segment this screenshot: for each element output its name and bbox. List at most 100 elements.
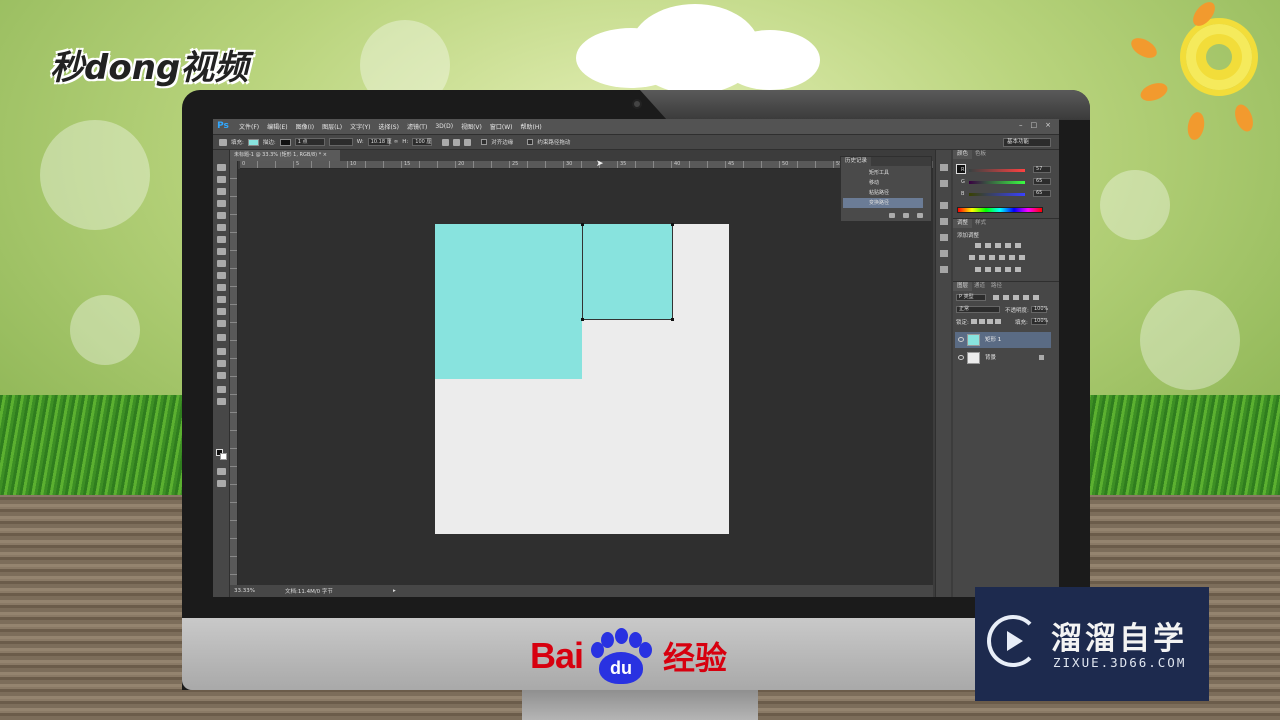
healing-tool-icon[interactable] — [217, 236, 226, 243]
menu-3d[interactable]: 3D(D) — [431, 123, 457, 130]
marquee-tool-icon[interactable] — [217, 176, 226, 183]
canvas-workspace[interactable]: ➤ — [238, 159, 933, 585]
path-anchor-point[interactable] — [671, 318, 674, 321]
path-anchor-point[interactable] — [581, 223, 584, 226]
path-alignment-icon[interactable] — [453, 138, 461, 146]
pen-tool-icon[interactable] — [217, 334, 226, 341]
layer-row[interactable]: 背景 — [955, 350, 1051, 366]
filter-smart-object-icon[interactable] — [1033, 295, 1039, 300]
stroke-type-select[interactable] — [328, 138, 353, 146]
layer-row[interactable]: 矩形 1 — [955, 332, 1051, 348]
screen-mode-icon[interactable] — [217, 480, 226, 487]
paths-panel-tab[interactable]: 路径 — [987, 282, 1006, 291]
trash-icon[interactable] — [917, 213, 923, 218]
exposure-icon[interactable] — [1005, 243, 1011, 248]
menu-edit[interactable]: 编辑(E) — [263, 122, 291, 131]
quick-select-tool-icon[interactable] — [217, 200, 226, 207]
quick-mask-icon[interactable] — [217, 468, 226, 475]
hand-tool-icon[interactable] — [217, 386, 226, 393]
levels-icon[interactable] — [985, 243, 991, 248]
stroke-color-swatch[interactable] — [279, 138, 291, 146]
channel-mixer-icon[interactable] — [1009, 255, 1015, 260]
menu-file[interactable]: 文件(F) — [235, 122, 263, 131]
path-anchor-point[interactable] — [581, 318, 584, 321]
history-panel-icon[interactable] — [940, 164, 948, 171]
blend-mode-select[interactable]: 正常 — [956, 306, 1000, 313]
menu-filter[interactable]: 滤镜(T) — [403, 122, 431, 131]
brightness-icon[interactable] — [975, 243, 981, 248]
zoom-tool-icon[interactable] — [217, 398, 226, 405]
history-item[interactable]: 粘贴路径 — [843, 188, 923, 198]
character-panel-icon[interactable] — [940, 250, 948, 257]
actions-panel-icon[interactable] — [940, 180, 948, 187]
green-value[interactable]: 65 — [1033, 178, 1051, 185]
history-item[interactable]: 矩形工具 — [843, 168, 923, 178]
rectangle-tool-icon[interactable] — [217, 372, 226, 379]
document-canvas[interactable] — [435, 223, 729, 534]
zoom-level[interactable]: 33.33% — [234, 588, 255, 594]
history-brush-tool-icon[interactable] — [217, 272, 226, 279]
menu-view[interactable]: 视图(V) — [457, 122, 486, 131]
brush-panel-icon[interactable] — [940, 202, 948, 209]
history-item[interactable]: 移动 — [843, 178, 923, 188]
filter-shape-icon[interactable] — [1023, 295, 1029, 300]
lock-all-icon[interactable] — [995, 319, 1001, 324]
styles-panel-tab[interactable]: 样式 — [971, 219, 990, 228]
path-operations-icon[interactable] — [442, 138, 450, 146]
history-item-selected[interactable]: 变换路径 — [843, 198, 923, 208]
menu-select[interactable]: 选择(S) — [374, 122, 403, 131]
blue-value[interactable]: 65 — [1033, 190, 1051, 197]
crop-tool-icon[interactable] — [217, 212, 226, 219]
menu-type[interactable]: 文字(Y) — [346, 122, 374, 131]
lock-transparent-icon[interactable] — [971, 319, 977, 324]
visibility-eye-icon[interactable] — [958, 337, 964, 342]
paragraph-panel-icon[interactable] — [940, 266, 948, 273]
path-arrangement-icon[interactable] — [464, 138, 472, 146]
blue-slider[interactable]: B 65 — [961, 190, 1053, 198]
eraser-tool-icon[interactable] — [217, 284, 226, 291]
lasso-tool-icon[interactable] — [217, 188, 226, 195]
tool-preset-icon[interactable] — [219, 138, 227, 146]
green-slider[interactable]: G 65 — [961, 178, 1053, 186]
background-color-swatch[interactable] — [220, 453, 227, 460]
filter-pixel-icon[interactable] — [993, 295, 999, 300]
opacity-field[interactable]: 100% — [1031, 306, 1048, 313]
document-tab[interactable]: 未标题-1 @ 33.3% (矩形 1, RGB/8) * × — [230, 150, 340, 161]
photo-filter-icon[interactable] — [999, 255, 1005, 260]
type-tool-icon[interactable] — [217, 348, 226, 355]
copied-rectangle-path[interactable] — [582, 224, 673, 320]
path-selection-tool-icon[interactable] — [217, 360, 226, 367]
minimize-button[interactable]: – — [1019, 121, 1023, 129]
curves-icon[interactable] — [995, 243, 1001, 248]
adjustments-panel-tab[interactable]: 调整 — [953, 219, 973, 228]
lock-image-icon[interactable] — [979, 319, 985, 324]
maximize-button[interactable]: □ — [1031, 121, 1038, 129]
width-field[interactable]: 10.18 厘 — [367, 138, 392, 146]
visibility-eye-icon[interactable] — [958, 355, 964, 360]
path-anchor-point[interactable] — [671, 223, 674, 226]
filter-adjustment-icon[interactable] — [1003, 295, 1009, 300]
vibrance-icon[interactable] — [1015, 243, 1021, 248]
brush-tool-icon[interactable] — [217, 248, 226, 255]
height-field[interactable]: 100 厘 — [412, 138, 433, 146]
workspace-select[interactable]: 基本功能 — [1003, 138, 1051, 147]
threshold-icon[interactable] — [995, 267, 1001, 272]
new-document-icon[interactable] — [903, 213, 909, 218]
eyedropper-tool-icon[interactable] — [217, 224, 226, 231]
move-tool-icon[interactable] — [217, 164, 226, 171]
constrain-path-checkbox[interactable] — [527, 139, 534, 145]
layer-kind-filter[interactable]: P 类型 — [956, 294, 986, 301]
clone-stamp-tool-icon[interactable] — [217, 260, 226, 267]
properties-panel-icon[interactable] — [940, 218, 948, 225]
posterize-icon[interactable] — [985, 267, 991, 272]
blur-tool-icon[interactable] — [217, 308, 226, 315]
dodge-tool-icon[interactable] — [217, 320, 226, 327]
lock-position-icon[interactable] — [987, 319, 993, 324]
align-edges-checkbox[interactable] — [481, 139, 488, 145]
selective-color-icon[interactable] — [1015, 267, 1021, 272]
red-slider[interactable]: R 57 — [961, 166, 1053, 174]
color-spectrum[interactable] — [957, 207, 1043, 213]
close-button[interactable]: × — [1045, 121, 1051, 129]
color-lookup-icon[interactable] — [1019, 255, 1025, 260]
menu-layer[interactable]: 图层(L) — [318, 122, 346, 131]
